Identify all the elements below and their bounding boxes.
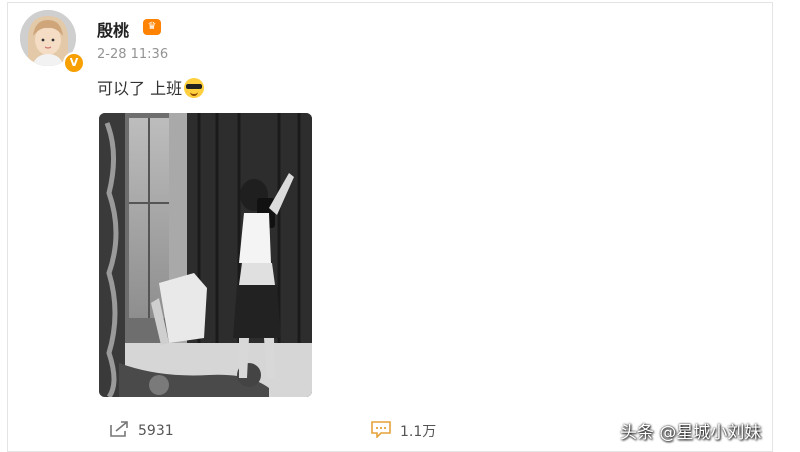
share-arrow-icon (108, 420, 130, 442)
post-photo[interactable] (99, 113, 312, 397)
verified-v-icon: V (63, 52, 85, 74)
post-text: 可以了 上班 (97, 75, 205, 99)
post-text-content: 可以了 上班 (97, 79, 183, 98)
share-count: 5931 (138, 423, 174, 439)
sunglasses-emoji-icon (184, 78, 205, 98)
share-button[interactable]: 5931 (108, 420, 174, 442)
comment-bubble-icon (370, 420, 392, 442)
toutiao-watermark: 头条 @星城小刘妹 (620, 423, 762, 443)
comment-count: 1.1万 (400, 424, 437, 440)
weibo-member-icon[interactable]: ♛ (143, 19, 161, 35)
author-name[interactable]: 殷桃 (97, 17, 129, 41)
post-timestamp[interactable]: 2-28 11:36 (97, 47, 168, 62)
comment-button[interactable]: 1.1万 (370, 420, 436, 442)
